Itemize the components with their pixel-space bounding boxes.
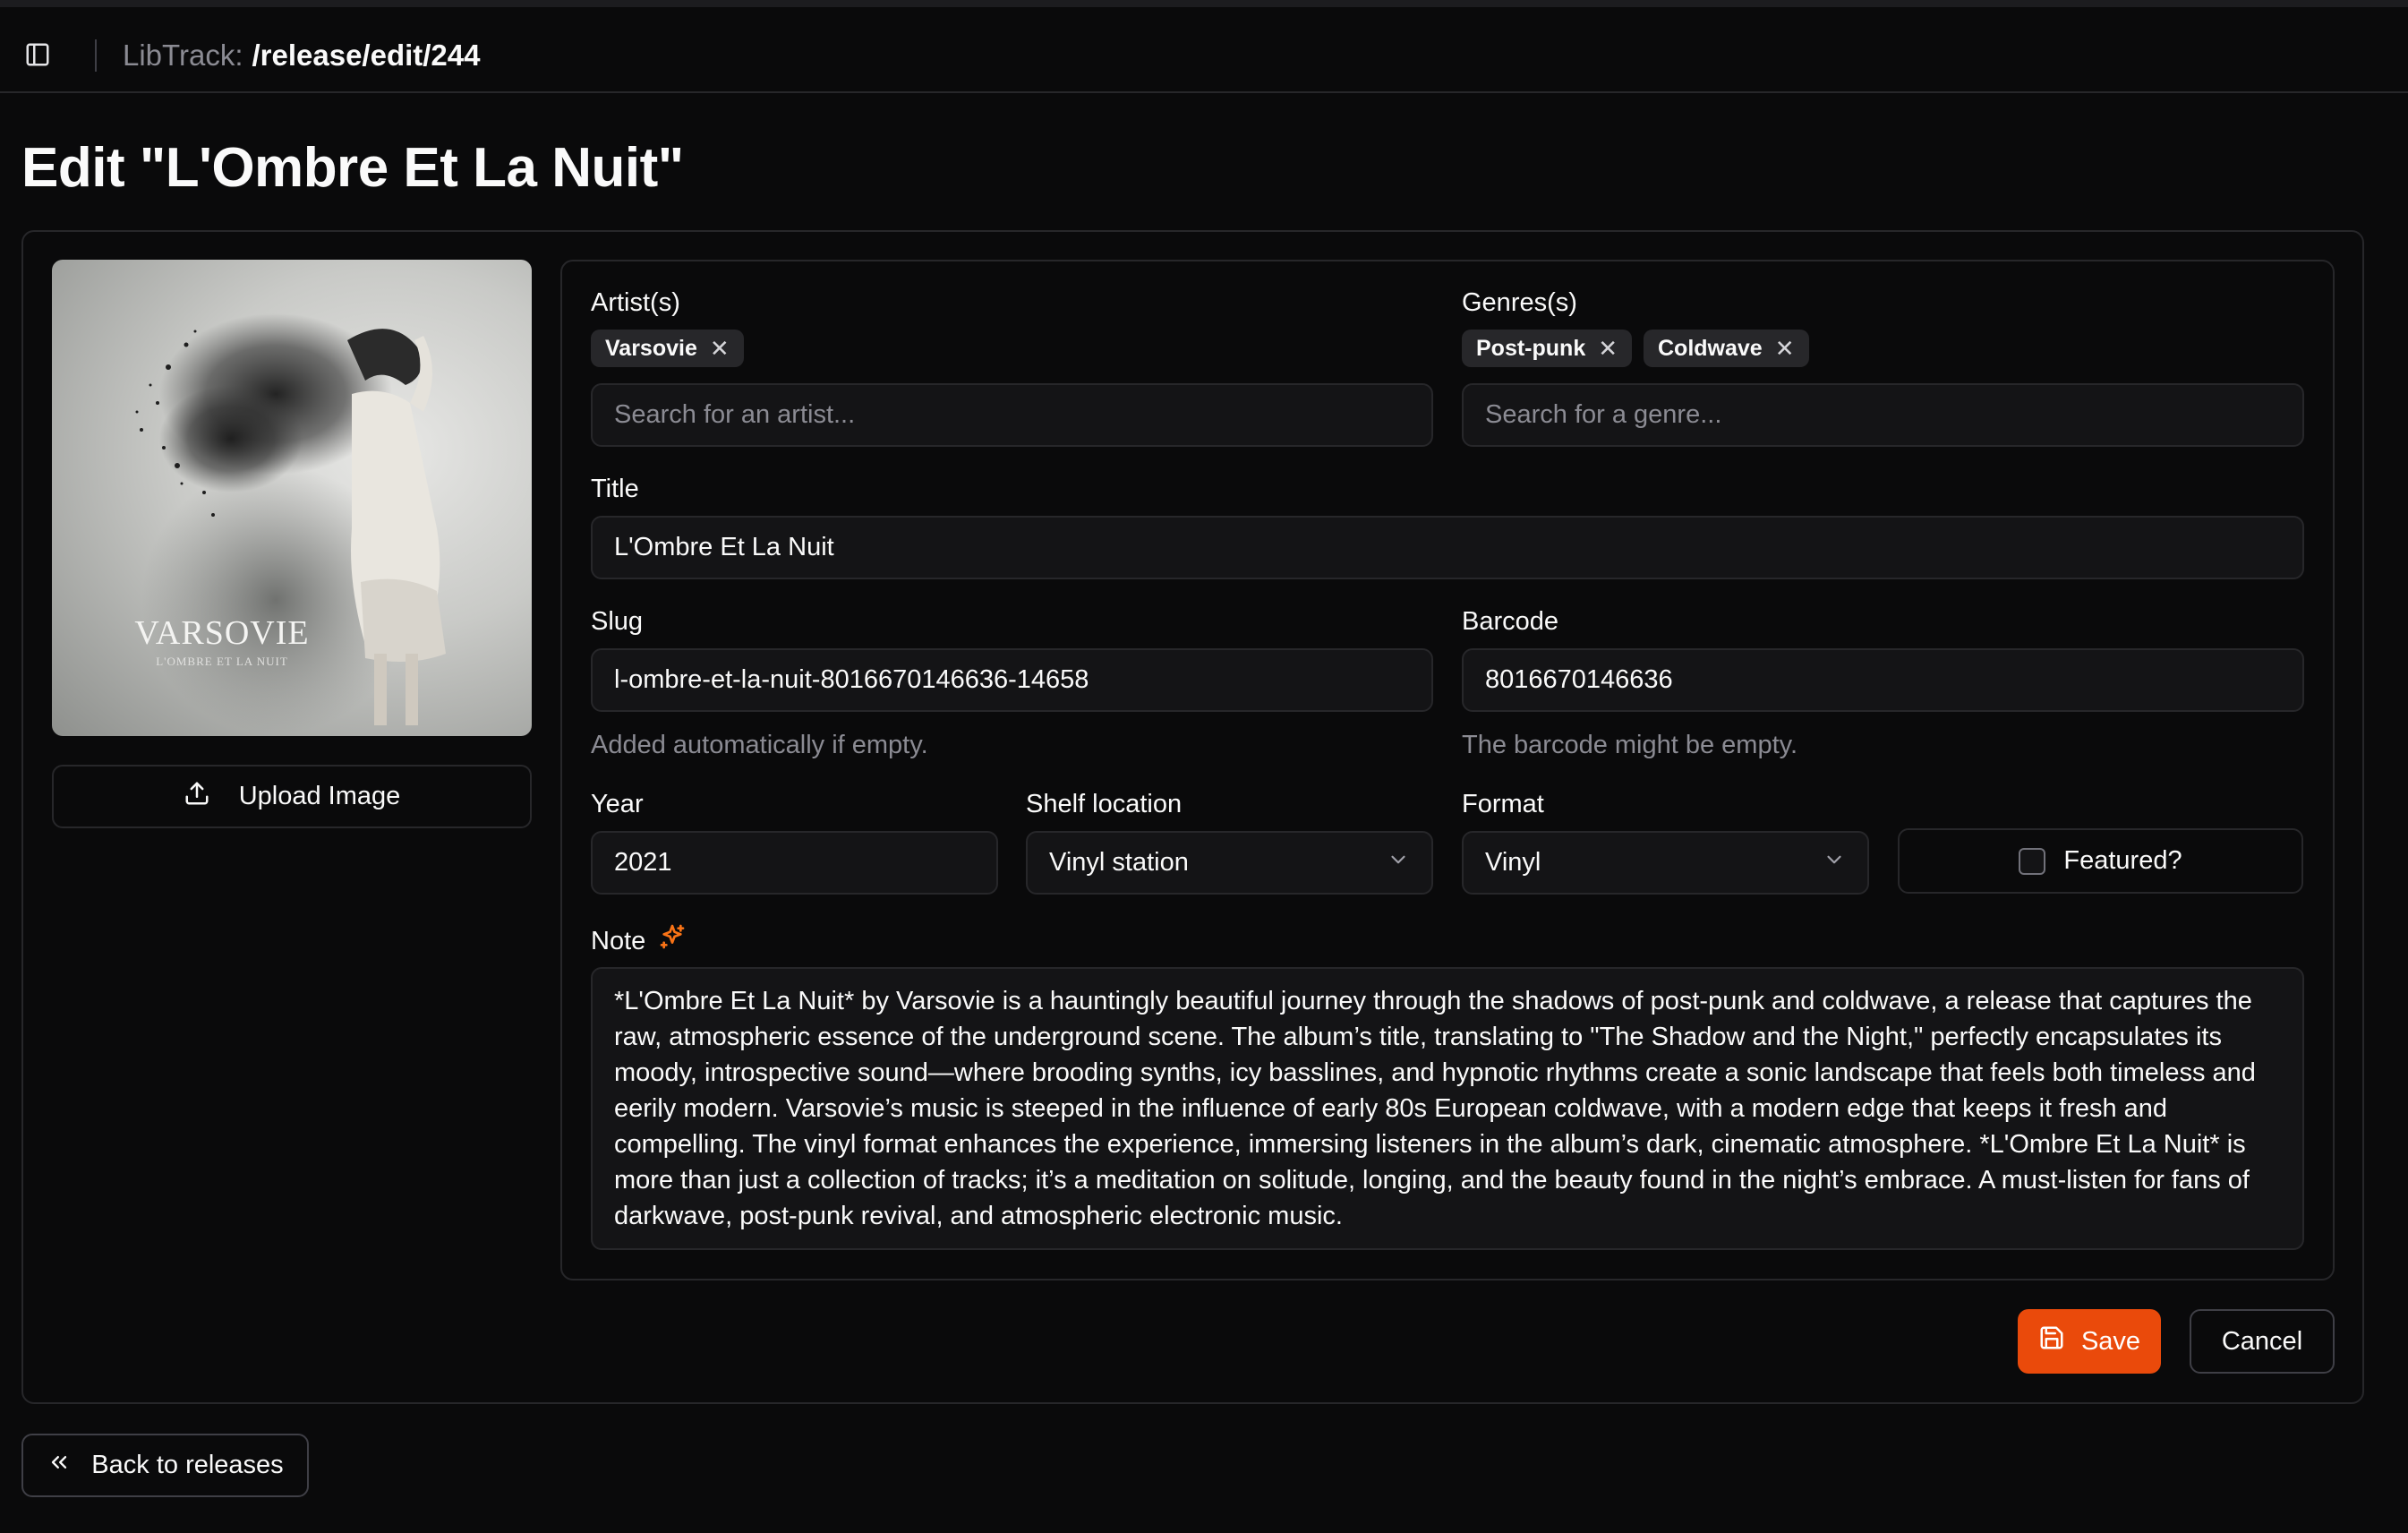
format-select[interactable]: Vinyl xyxy=(1462,831,1869,895)
featured-checkbox[interactable] xyxy=(2019,847,2046,875)
note-textarea[interactable]: *L'Ombre Et La Nuit* by Varsovie is a ha… xyxy=(591,967,2304,1250)
shelf-location-value: Vinyl station xyxy=(1049,848,1189,877)
genre-chip-label: Coldwave xyxy=(1658,335,1763,361)
resize-grip-icon[interactable] xyxy=(2286,1232,2299,1248)
save-label: Save xyxy=(2080,1326,2141,1356)
format-label: Format xyxy=(1462,790,1544,818)
breadcrumb: LibTrack: /release/edit/244 xyxy=(123,34,481,77)
back-label: Back to releases xyxy=(91,1451,284,1479)
x-icon[interactable]: ✕ xyxy=(1775,337,1795,360)
chevrons-left-icon xyxy=(47,1450,72,1482)
featured-label: Featured? xyxy=(2063,846,2182,875)
slug-input[interactable]: l-ombre-et-la-nuit-8016670146636-14658 xyxy=(591,648,1433,712)
genre-search-input[interactable]: Search for a genre... xyxy=(1462,383,2304,447)
upload-image-button[interactable]: Upload Image xyxy=(52,765,532,828)
genre-chip-label: Post-punk xyxy=(1476,335,1586,361)
artist-search-input[interactable]: Search for an artist... xyxy=(591,383,1433,447)
sidebar-toggle-button[interactable] xyxy=(23,41,52,70)
back-to-releases-button[interactable]: Back to releases xyxy=(21,1434,309,1497)
title-label: Title xyxy=(591,475,639,503)
note-text: *L'Ombre Et La Nuit* by Varsovie is a ha… xyxy=(614,987,2256,1230)
app-header: LibTrack: /release/edit/244 xyxy=(0,7,2408,93)
upload-icon xyxy=(184,780,210,814)
year-input[interactable]: 2021 xyxy=(591,831,998,895)
slug-label: Slug xyxy=(591,607,644,636)
cover-album-name: L'OMBRE ET LA NUIT xyxy=(156,655,288,668)
note-label: Note xyxy=(591,926,646,955)
breadcrumb-app-name: LibTrack: xyxy=(123,39,243,72)
year-label: Year xyxy=(591,790,644,818)
artist-chip: Varsovie ✕ xyxy=(591,330,744,367)
chevron-down-icon xyxy=(1823,848,1846,878)
note-label-row: Note xyxy=(591,922,687,959)
cancel-button[interactable]: Cancel xyxy=(2190,1309,2335,1374)
header-divider xyxy=(95,39,97,72)
upload-image-label: Upload Image xyxy=(238,782,401,810)
x-icon[interactable]: ✕ xyxy=(710,337,730,360)
format-value: Vinyl xyxy=(1485,848,1541,877)
barcode-helper-text: The barcode might be empty. xyxy=(1462,731,1798,759)
save-button[interactable]: Save xyxy=(2018,1309,2161,1374)
slug-helper-text: Added automatically if empty. xyxy=(591,731,928,759)
genre-chip-coldwave: Coldwave ✕ xyxy=(1644,330,1809,367)
x-icon[interactable]: ✕ xyxy=(1598,337,1618,360)
shelf-location-select[interactable]: Vinyl station xyxy=(1026,831,1433,895)
album-cover-image: VARSOVIE L'OMBRE ET LA NUIT xyxy=(52,260,532,736)
sparkles-icon[interactable] xyxy=(658,922,687,959)
title-input[interactable]: L'Ombre Et La Nuit xyxy=(591,516,2304,579)
window-top-strip xyxy=(0,0,2408,7)
barcode-input[interactable]: 8016670146636 xyxy=(1462,648,2304,712)
page-title: Edit "L'Ombre Et La Nuit" xyxy=(21,137,684,199)
genre-chip-post-punk: Post-punk ✕ xyxy=(1462,330,1633,367)
chevron-down-icon xyxy=(1387,848,1410,878)
barcode-label: Barcode xyxy=(1462,607,1559,636)
artists-label: Artist(s) xyxy=(591,288,680,317)
shelf-location-label: Shelf location xyxy=(1026,790,1183,818)
artist-chip-label: Varsovie xyxy=(605,335,697,361)
breadcrumb-path: /release/edit/244 xyxy=(252,39,481,72)
cover-artist-name: VARSOVIE xyxy=(134,614,310,652)
genres-label: Genres(s) xyxy=(1462,288,1577,317)
sidebar-toggle-icon xyxy=(24,41,51,71)
cancel-label: Cancel xyxy=(2221,1326,2303,1356)
save-icon xyxy=(2038,1324,2065,1358)
featured-toggle[interactable]: Featured? xyxy=(1898,828,2303,894)
cover-title-text: VARSOVIE L'OMBRE ET LA NUIT xyxy=(106,613,338,669)
